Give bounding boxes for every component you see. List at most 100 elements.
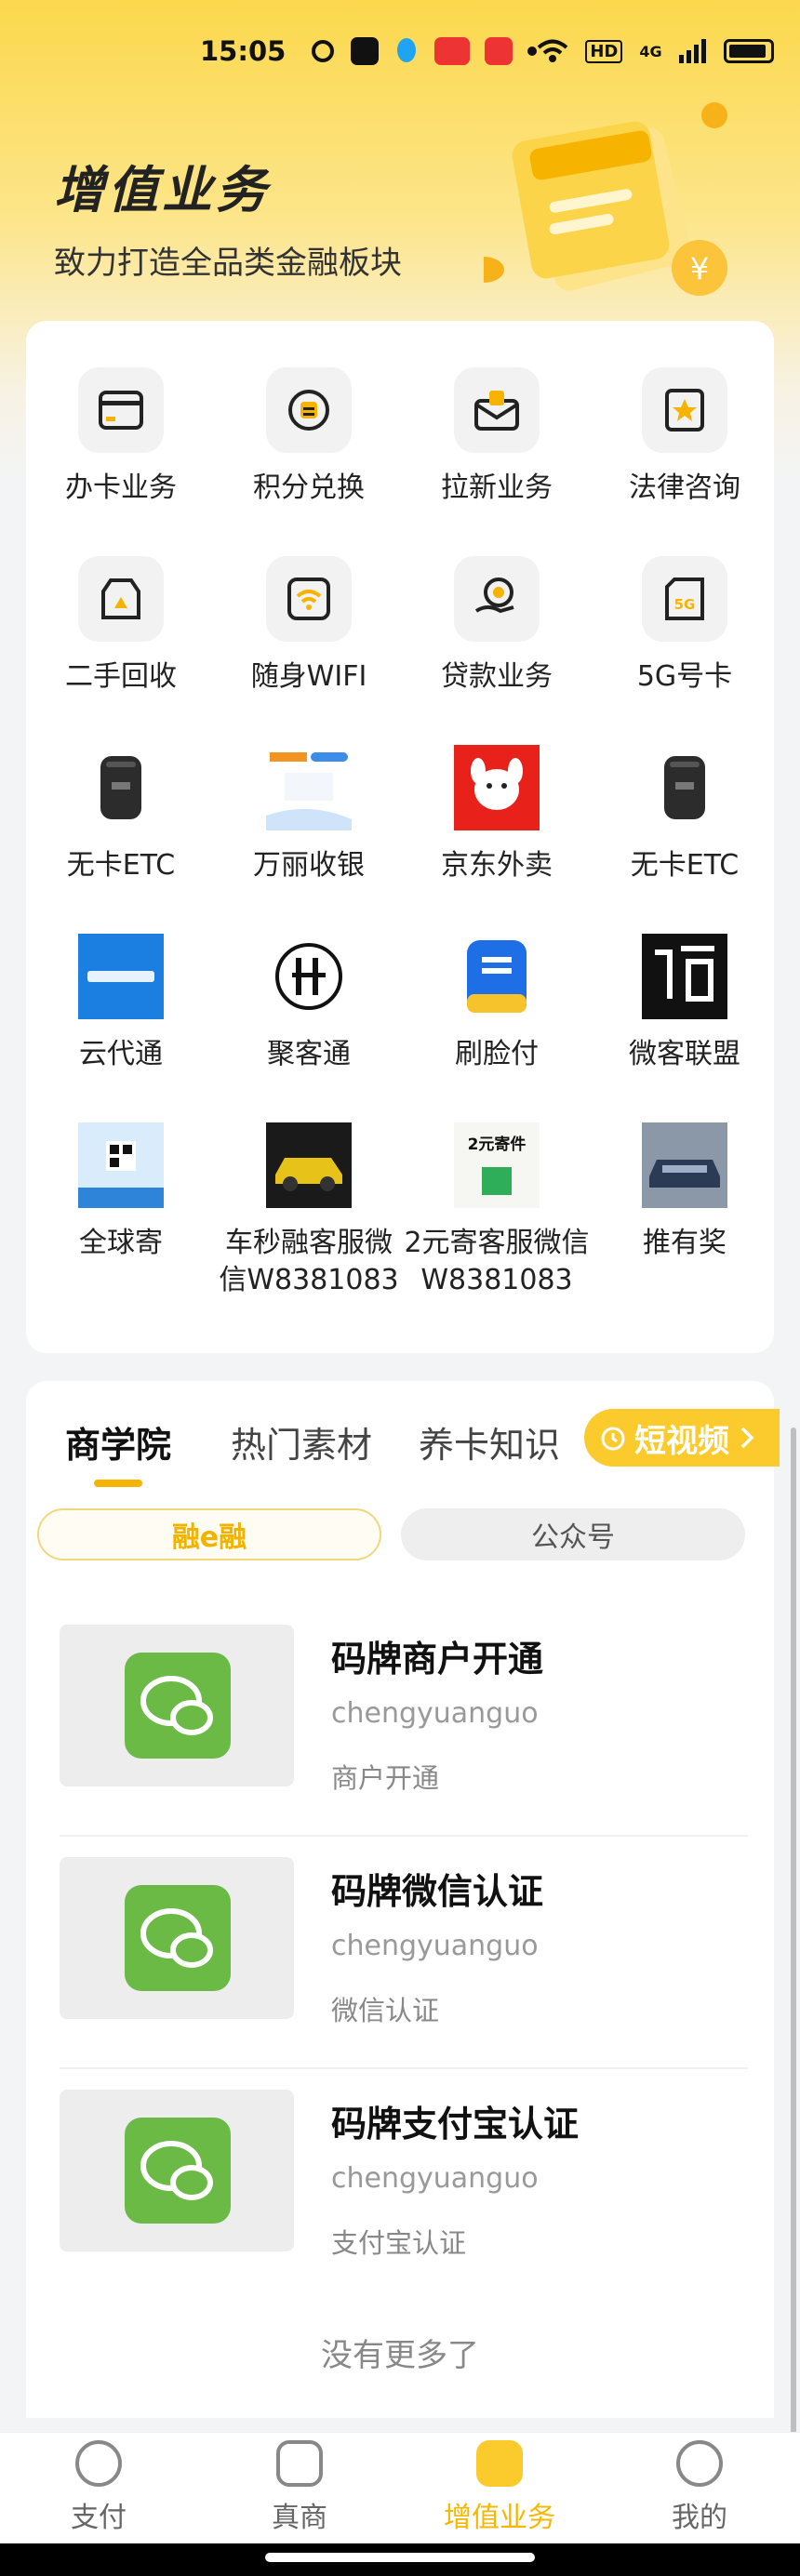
etc-device-image (642, 745, 727, 830)
grid-item-label: 云代通 (79, 1038, 163, 1070)
status-right: HD 4G (537, 39, 774, 63)
article-thumbnail (60, 2090, 294, 2251)
home-indicator[interactable] (265, 2553, 535, 2562)
grid-item-points-exchange[interactable]: 积分兑换 (216, 367, 402, 507)
store-icon (276, 2440, 323, 2487)
profile-icon (676, 2440, 723, 2487)
grid-item-label: 二手回收 (65, 660, 177, 693)
nav-item-profile[interactable]: 我的 (625, 2440, 774, 2535)
short-video-label: 短视频 (634, 1422, 729, 1460)
subtab-rongerong[interactable]: 融e融 (37, 1508, 381, 1560)
page-title: 增值业务 (54, 161, 270, 219)
grid-item-face-pay[interactable]: 刷脸付 (404, 934, 590, 1073)
car-photo-image (642, 1122, 727, 1208)
wifi-status-icon (538, 39, 568, 62)
nav-item-store[interactable]: 真商 (225, 2440, 374, 2535)
grid-item-label: 2元寄客服微信W8381083 (404, 1227, 590, 1296)
stopwatch-icon (601, 1427, 625, 1451)
content-panel: 商学院 热门素材 养卡知识 短视频 融e融 公众号 码牌商户开通 chengyu… (26, 1381, 780, 2418)
loan-icon (454, 556, 540, 642)
article-tag: 支付宝认证 (331, 2227, 467, 2259)
grid-item-weike[interactable]: 微客联盟 (592, 934, 778, 1073)
recycle-box-icon (78, 556, 164, 642)
document-illustration-icon: ¥ (484, 102, 727, 296)
grid-item-wanli-cashier[interactable]: 万丽收银 (216, 745, 402, 884)
qq-icon (397, 38, 417, 62)
grid-item-label: 万丽收银 (253, 849, 365, 882)
tab-hot-materials[interactable]: 热门素材 (231, 1416, 372, 1467)
article-item[interactable]: 码牌支付宝认证 chengyuanguo 支付宝认证 (60, 2069, 748, 2302)
hd-badge: HD (585, 39, 623, 63)
grid-item-label: 无卡ETC (66, 849, 176, 882)
nav-item-pay[interactable]: 支付 (24, 2440, 173, 2535)
wifi-icon (266, 556, 352, 642)
grid-item-etc[interactable]: 无卡ETC (28, 745, 214, 884)
grid-item-global-mail[interactable]: 全球寄 (28, 1122, 214, 1262)
article-title: 码牌商户开通 (331, 1639, 544, 1680)
grid-item-label: 办卡业务 (65, 471, 177, 504)
nav-label: 真商 (272, 2502, 327, 2534)
grid-item-card-service[interactable]: 办卡业务 (28, 367, 214, 507)
envelope-icon (454, 367, 540, 453)
svg-text:5G: 5G (674, 596, 696, 613)
cashier-image (266, 745, 352, 830)
grid-item-referral-reward[interactable]: 推有奖 (592, 1122, 778, 1262)
grid-item-recycle[interactable]: 二手回收 (28, 556, 214, 696)
grid-item-wifi[interactable]: 随身WIFI (216, 556, 402, 696)
grid-item-label: 刷脸付 (455, 1038, 539, 1070)
grid-item-referral[interactable]: 拉新业务 (404, 367, 590, 507)
grid-item-yundaitong[interactable]: 云代通 (28, 934, 214, 1073)
grid-item-car-loan[interactable]: 车秒融客服微信W8381083 (216, 1122, 402, 1299)
wechat-icon (125, 2118, 231, 2224)
grid-item-etc-2[interactable]: 无卡ETC (592, 745, 778, 884)
battery-icon (723, 39, 774, 63)
services-grid: 办卡业务 积分兑换 拉新业务 法律咨询 二手回收 随身WIFI 贷款业务 5G … (26, 321, 774, 1353)
weike-logo (642, 934, 727, 1019)
grid-item-5g-card[interactable]: 5G 5G号卡 (592, 556, 778, 696)
nav-item-value-added[interactable]: 增值业务 (425, 2440, 574, 2535)
badge-icon (642, 367, 727, 453)
article-tag: 微信认证 (331, 1995, 440, 2026)
grid-item-label: 贷款业务 (441, 660, 553, 693)
nav-label: 支付 (71, 2502, 127, 2534)
calendar-icon (485, 37, 513, 65)
short-video-button[interactable]: 短视频 (584, 1409, 780, 1467)
grid-item-jukotong[interactable]: 聚客通 (216, 934, 402, 1073)
subtab-official-account[interactable]: 公众号 (401, 1508, 745, 1560)
article-item[interactable]: 码牌商户开通 chengyuanguo 商户开通 (60, 1604, 748, 1837)
grid-item-loan[interactable]: 贷款业务 (404, 556, 590, 696)
grid-item-jd-takeout[interactable]: 京东外卖 (404, 745, 590, 884)
article-author: chengyuanguo (331, 1930, 539, 1962)
car-image (266, 1122, 352, 1208)
grid-item-label: 京东外卖 (441, 849, 553, 882)
grid-item-label: 无卡ETC (630, 849, 740, 882)
article-title: 码牌支付宝认证 (331, 2104, 580, 2144)
tab-business-school[interactable]: 商学院 (65, 1416, 171, 1467)
global-mail-image (78, 1122, 164, 1208)
face-pay-logo (454, 934, 540, 1019)
article-author: chengyuanguo (331, 2162, 539, 2195)
bottom-navigation: 支付 真商 增值业务 我的 (0, 2432, 800, 2543)
grid-item-legal[interactable]: 法律咨询 (592, 367, 778, 507)
grid-item-two-yuan-mail[interactable]: 2元寄件 2元寄客服微信W8381083 (404, 1122, 590, 1299)
etc-device-image (78, 745, 164, 830)
tiktok-icon (351, 37, 380, 65)
tab-card-knowledge[interactable]: 养卡知识 (419, 1416, 560, 1467)
scrollbar[interactable] (791, 1427, 796, 2450)
grid-item-label: 拉新业务 (441, 471, 553, 504)
article-author: chengyuanguo (331, 1697, 539, 1730)
article-tag: 商户开通 (331, 1762, 440, 1794)
active-tab-indicator (94, 1480, 142, 1487)
gesture-bar-area (0, 2543, 800, 2576)
grid-item-label: 5G号卡 (636, 660, 733, 693)
yundaitong-logo (78, 934, 164, 1019)
jd-dog-image (454, 745, 540, 830)
sync-icon (312, 40, 335, 62)
grid-item-label: 全球寄 (79, 1227, 163, 1259)
content-tabs: 商学院 热门素材 养卡知识 短视频 (26, 1381, 780, 1511)
pay-face-icon (75, 2440, 122, 2487)
article-item[interactable]: 码牌微信认证 chengyuanguo 微信认证 (60, 1837, 748, 2069)
grid-item-label: 微客联盟 (629, 1038, 740, 1070)
article-title: 码牌微信认证 (331, 1871, 544, 1912)
status-app-icons (310, 37, 538, 65)
